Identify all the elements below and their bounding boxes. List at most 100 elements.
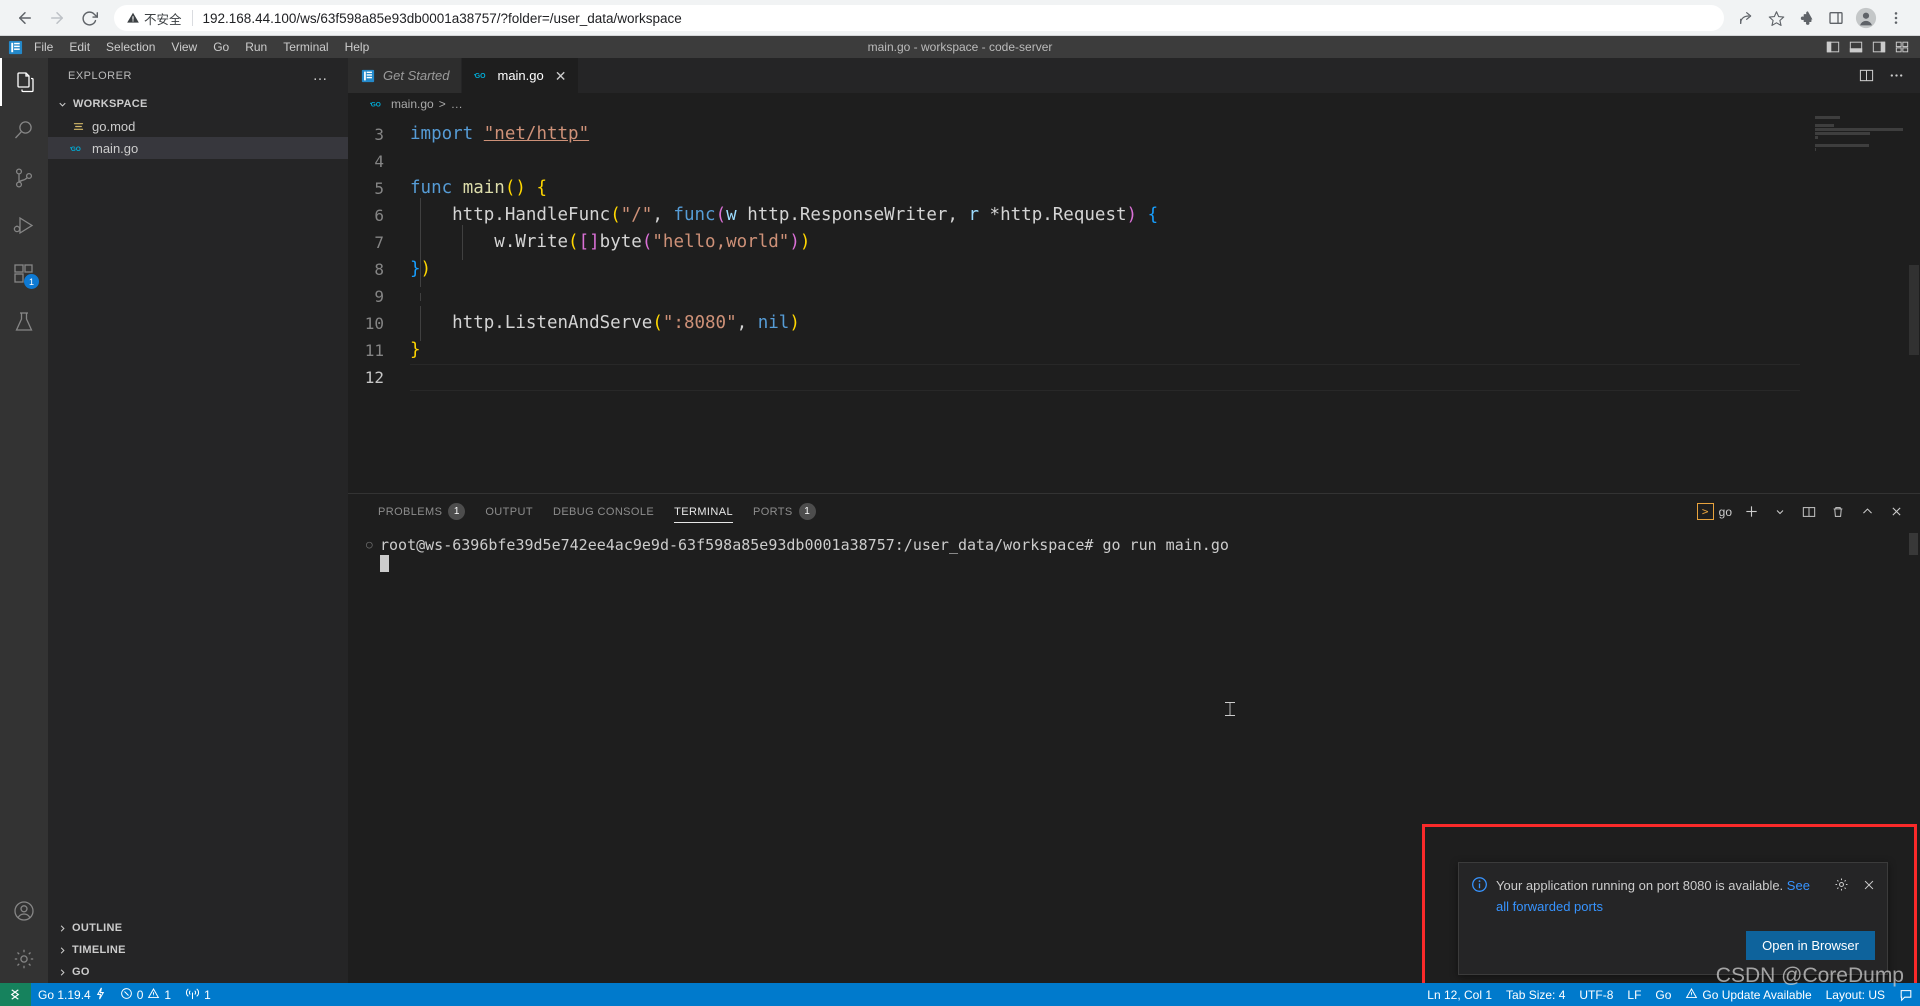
keyboard-layout[interactable]: Layout: US <box>1819 983 1892 1006</box>
back-button[interactable] <box>10 3 40 33</box>
cursor-position[interactable]: Ln 12, Col 1 <box>1420 983 1499 1006</box>
panel-tab-output[interactable]: OUTPUT <box>475 494 543 529</box>
code-token: http.ListenAndServe <box>410 313 653 333</box>
panel-tabbar: PROBLEMS 1 OUTPUT DEBUG CONSOLE TERMINAL… <box>348 494 1920 529</box>
search-icon[interactable] <box>0 106 48 154</box>
language-mode[interactable]: Go <box>1648 983 1678 1006</box>
url-text[interactable]: 192.168.44.100/ws/63f598a85e93db0001a387… <box>203 11 1712 26</box>
code-token: w.Write <box>410 232 569 252</box>
menu-help[interactable]: Help <box>337 36 378 58</box>
menu-file[interactable]: File <box>26 36 61 58</box>
tab-label: main.go <box>497 68 544 83</box>
split-editor-icon[interactable] <box>1856 66 1876 86</box>
source-control-icon[interactable] <box>0 154 48 202</box>
accounts-icon[interactable] <box>0 887 48 935</box>
terminal-cursor-line <box>366 555 1920 572</box>
address-bar[interactable]: 不安全 192.168.44.100/ws/63f598a85e93db0001… <box>114 5 1724 31</box>
file-item-gomod[interactable]: go.mod <box>48 115 348 137</box>
encoding[interactable]: UTF-8 <box>1572 983 1620 1006</box>
maximize-panel-icon[interactable] <box>1857 502 1877 522</box>
code-line-text: http.HandleFunc("/", func(w http.Respons… <box>410 198 1920 233</box>
vscode-window: File Edit Selection View Go Run Terminal… <box>0 36 1920 1006</box>
extensions-icon[interactable]: 1 <box>0 250 48 298</box>
panel-tab-debug-console[interactable]: DEBUG CONSOLE <box>543 494 664 529</box>
toggle-panel-icon[interactable] <box>1846 37 1866 57</box>
menu-go[interactable]: Go <box>205 36 237 58</box>
close-panel-icon[interactable] <box>1886 502 1906 522</box>
open-in-browser-button[interactable]: Open in Browser <box>1746 931 1875 960</box>
file-item-maingo[interactable]: GO main.go <box>48 137 348 159</box>
profile-avatar-icon[interactable] <box>1852 4 1880 32</box>
code-token: ) <box>789 232 800 252</box>
warning-icon <box>147 987 160 1003</box>
timeline-section[interactable]: TIMELINE <box>48 939 348 961</box>
code-lines: 3 import "net/http" 4 5 func main() {6 http.… <box>348 115 1920 391</box>
sidepanel-icon[interactable] <box>1822 4 1850 32</box>
testing-flask-icon[interactable] <box>0 298 48 346</box>
customize-layout-icon[interactable] <box>1892 37 1912 57</box>
site-security-chip[interactable]: 不安全 <box>126 9 182 28</box>
notification-close-icon[interactable] <box>1860 876 1877 893</box>
new-terminal-icon[interactable] <box>1741 502 1761 522</box>
split-terminal-icon[interactable] <box>1799 502 1819 522</box>
chevron-right-icon <box>54 920 70 936</box>
indentation[interactable]: Tab Size: 4 <box>1499 983 1572 1006</box>
panel-tab-terminal[interactable]: TERMINAL <box>664 494 743 529</box>
indent-guide <box>420 252 421 287</box>
kill-terminal-icon[interactable] <box>1828 502 1848 522</box>
menu-selection[interactable]: Selection <box>98 36 163 58</box>
menu-edit[interactable]: Edit <box>61 36 98 58</box>
menu-run[interactable]: Run <box>237 36 275 58</box>
panel-tab-problems[interactable]: PROBLEMS 1 <box>368 494 475 529</box>
warning-icon <box>1685 987 1698 1003</box>
run-and-debug-icon[interactable] <box>0 202 48 250</box>
close-icon[interactable]: ✕ <box>555 69 567 83</box>
code-token: "hello,world" <box>652 232 790 252</box>
manage-gear-icon[interactable] <box>0 935 48 983</box>
editor-more-actions-icon[interactable] <box>1886 66 1906 86</box>
tab-get-started[interactable]: Get Started <box>348 58 463 93</box>
menu-view[interactable]: View <box>163 36 205 58</box>
ports-status[interactable]: 1 <box>178 983 218 1006</box>
terminal-dropdown-icon[interactable] <box>1770 502 1790 522</box>
outline-label: OUTLINE <box>72 922 123 934</box>
editor-scrollbar[interactable] <box>1906 115 1920 493</box>
editor-scrollbar-thumb[interactable] <box>1909 265 1919 355</box>
go-section[interactable]: GO <box>48 961 348 983</box>
bookmark-star-icon[interactable] <box>1762 4 1790 32</box>
code-editor[interactable]: 3 import "net/http" 4 5 func main() {6 http.… <box>348 115 1920 493</box>
outline-section[interactable]: OUTLINE <box>48 917 348 939</box>
code-token: ( <box>641 232 653 252</box>
code-line-text: import "net/http" <box>410 121 1920 148</box>
share-icon[interactable] <box>1732 4 1760 32</box>
timeline-label: TIMELINE <box>72 944 126 956</box>
extensions-puzzle-icon[interactable] <box>1792 4 1820 32</box>
toggle-primary-sidebar-icon[interactable] <box>1823 37 1843 57</box>
code-token: } <box>410 340 421 360</box>
minimap[interactable] <box>1811 115 1906 493</box>
code-token: , <box>652 205 674 225</box>
terminal-selector[interactable]: > go <box>1696 503 1732 520</box>
feedback-smiley-icon[interactable] <box>1892 983 1920 1006</box>
workspace-section-header[interactable]: WORKSPACE <box>48 93 348 115</box>
sidebar-more-actions-icon[interactable]: … <box>313 68 329 83</box>
eol[interactable]: LF <box>1620 983 1648 1006</box>
menu-terminal[interactable]: Terminal <box>275 36 336 58</box>
toggle-secondary-sidebar-icon[interactable] <box>1869 37 1889 57</box>
go-version-status[interactable]: Go 1.19.4 <box>31 983 113 1006</box>
browser-menu-icon[interactable] <box>1882 4 1910 32</box>
notification-settings-gear-icon[interactable] <box>1833 876 1850 893</box>
tab-main-go[interactable]: GO main.go ✕ <box>462 58 580 93</box>
reload-button[interactable] <box>74 3 104 33</box>
breadcrumb-tail[interactable]: … <box>451 97 463 111</box>
breadcrumb-file[interactable]: main.go <box>391 97 434 111</box>
explorer-icon[interactable] <box>0 58 48 106</box>
forward-button[interactable] <box>42 3 72 33</box>
problems-status[interactable]: 0 1 <box>113 983 178 1006</box>
terminal-scrollbar-thumb[interactable] <box>1909 533 1918 555</box>
go-update-status[interactable]: Go Update Available <box>1678 983 1818 1006</box>
remote-window-icon[interactable] <box>0 983 31 1006</box>
panel-tab-ports[interactable]: PORTS 1 <box>743 494 826 529</box>
code-line-text: func main() { <box>410 175 1920 202</box>
notification-toast[interactable]: Your application running on port 8080 is… <box>1458 862 1888 975</box>
